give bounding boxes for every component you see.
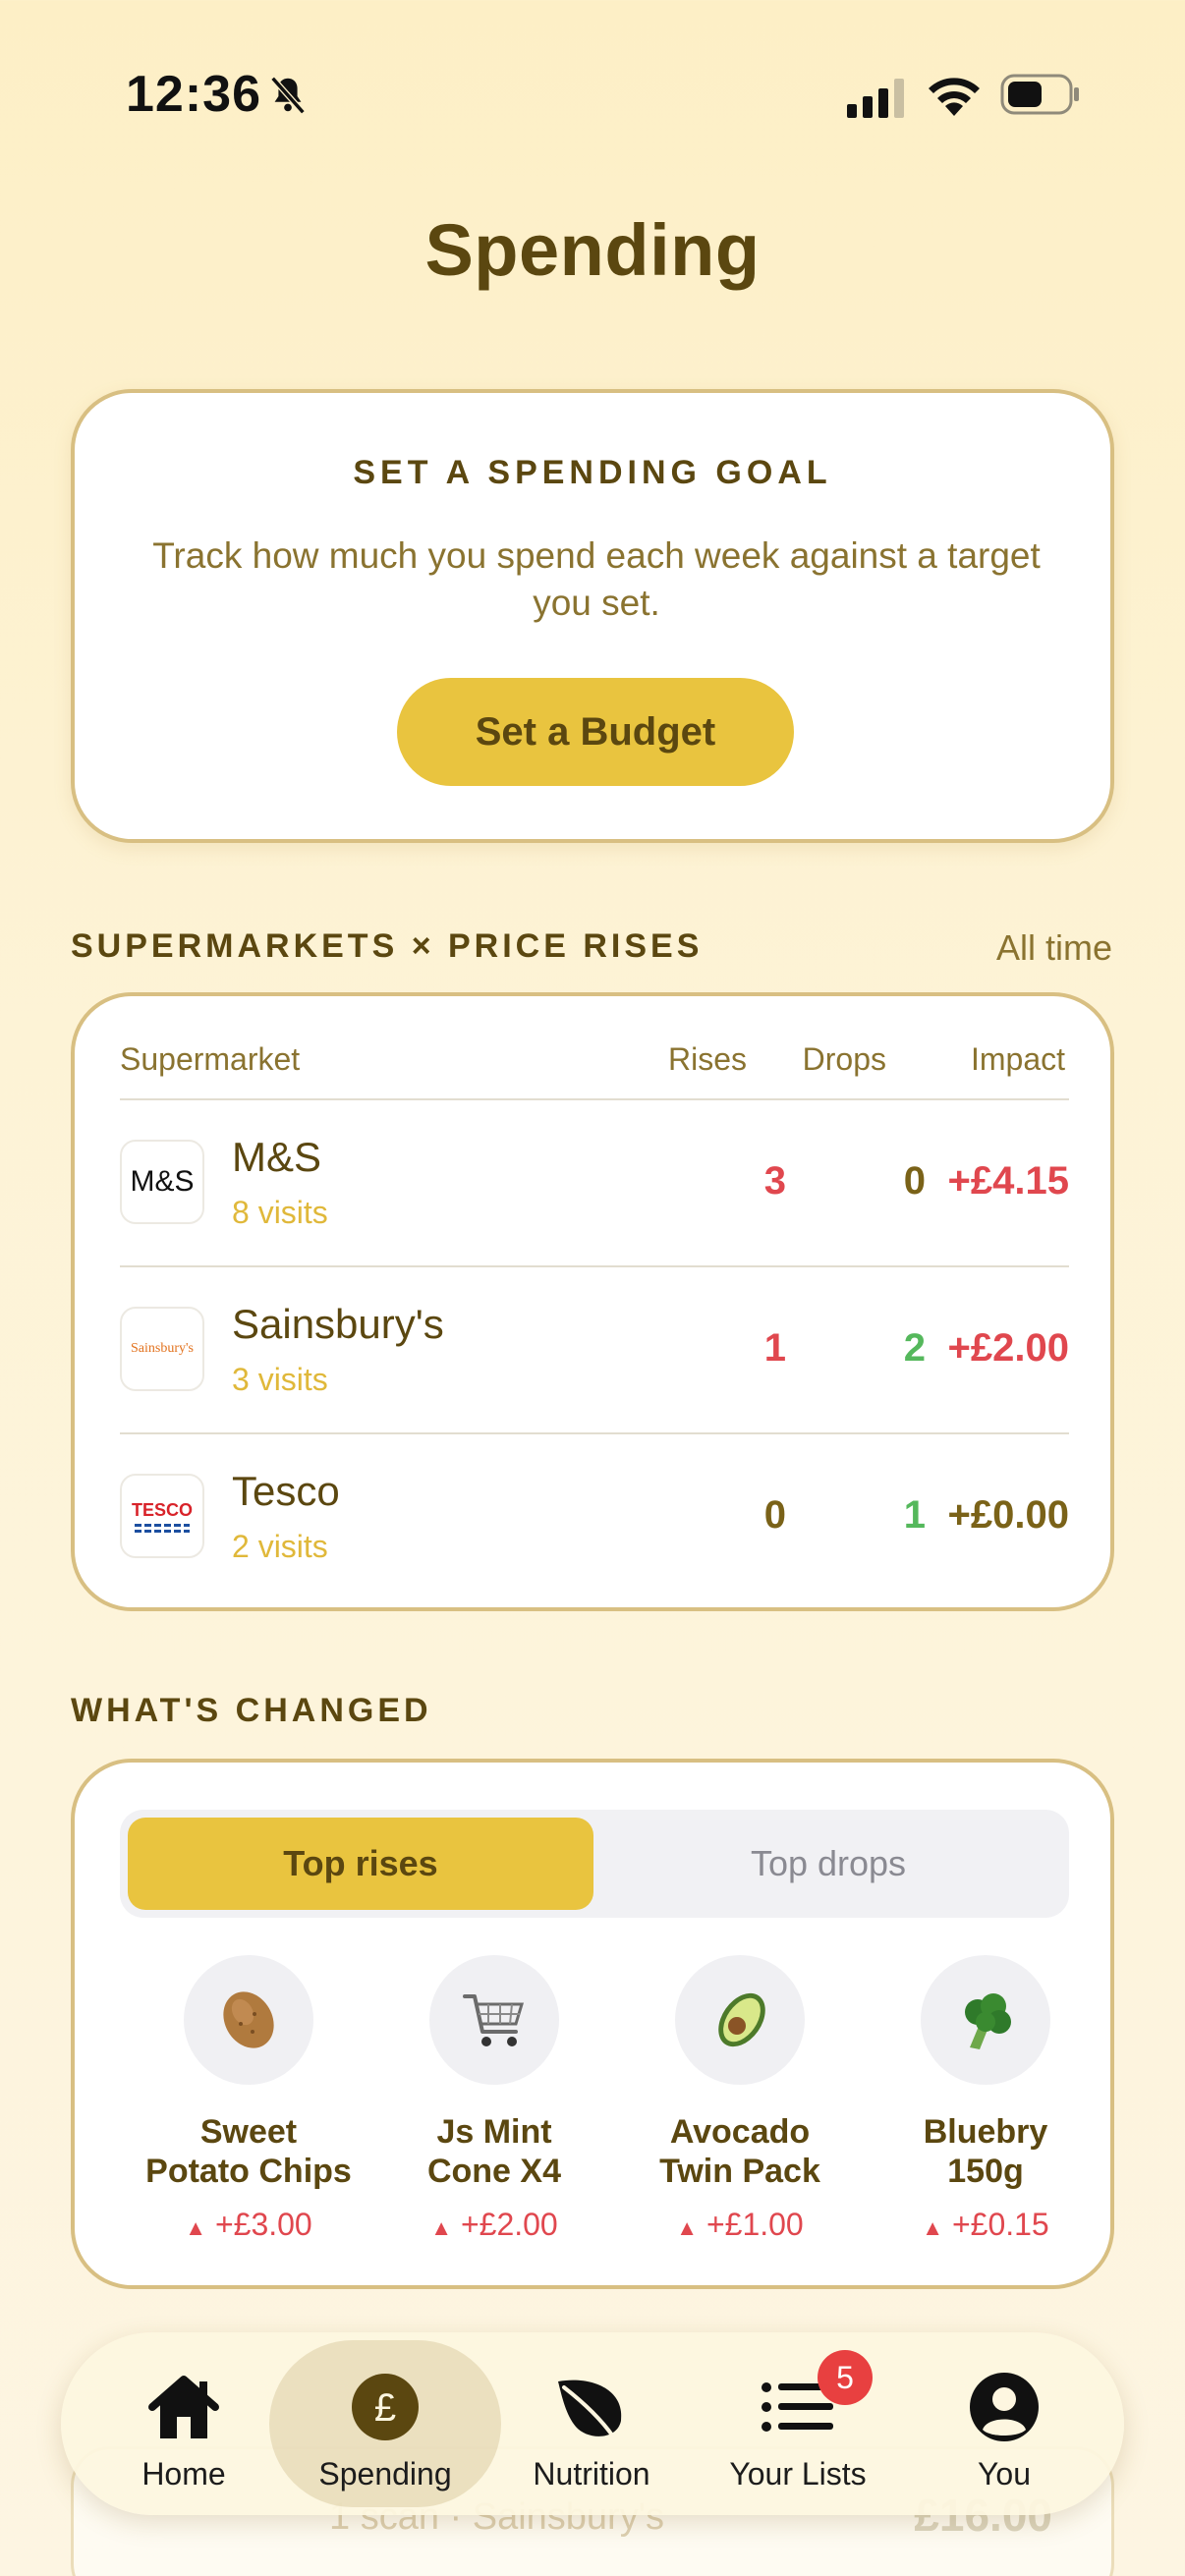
changed-item[interactable]: Js Mint Cone X4 ▲ +£2.00	[371, 1955, 617, 2243]
supermarkets-table: Supermarket Rises Drops Impact M&S M&S 8…	[71, 992, 1114, 1611]
home-icon	[144, 2368, 223, 2446]
whats-changed-section-label: WHAT'S CHANGED	[71, 1692, 432, 1729]
column-header-supermarket: Supermarket	[120, 1041, 301, 1077]
store-visits: 8 visits	[232, 1195, 328, 1230]
impact-value: +£0.00	[947, 1493, 1069, 1537]
item-name-line2: Cone X4	[426, 2153, 562, 2190]
leaf-icon	[552, 2368, 631, 2446]
wifi-icon	[929, 78, 980, 116]
table-row-tesco[interactable]: TESCO Tesco 2 visits 0 1 +£0.00	[120, 1432, 1069, 1599]
drops-count: 2	[903, 1326, 926, 1370]
rises-count: 0	[763, 1493, 786, 1537]
item-name-line1: Bluebry	[923, 2113, 1048, 2151]
column-header-rises: Rises	[667, 1041, 747, 1077]
tab-label: You	[978, 2456, 1031, 2492]
changed-item[interactable]: Bluebry 150g ▲ +£0.15	[863, 1955, 1108, 2243]
item-name-line1: Sweet	[199, 2113, 298, 2151]
broccoli-icon	[921, 1955, 1050, 2085]
column-header-impact: Impact	[970, 1041, 1065, 1077]
impact-value: +£4.15	[947, 1159, 1069, 1203]
tab-spending[interactable]: £ Spending	[289, 2338, 481, 2509]
drops-count: 1	[903, 1493, 926, 1537]
status-time: 12:36	[126, 66, 261, 123]
table-row-sainsburys[interactable]: Sainsbury's Sainsbury's 3 visits 1 2 +£2…	[120, 1265, 1069, 1432]
potato-icon	[184, 1955, 313, 2085]
tab-top-rises[interactable]: Top rises	[128, 1818, 593, 1910]
rises-count: 3	[763, 1159, 786, 1203]
store-visits: 3 visits	[232, 1362, 328, 1397]
item-name-line2: Twin Pack	[659, 2153, 820, 2190]
whats-changed-card: Top rises Top drops Sweet Potato Chips ▲ …	[71, 1759, 1114, 2289]
rises-drops-segmented-control: Top rises Top drops	[120, 1810, 1069, 1918]
column-header-drops: Drops	[802, 1041, 886, 1077]
tesco-logo: TESCO	[120, 1474, 204, 1558]
tab-label: Nutrition	[533, 2456, 650, 2492]
changed-item[interactable]: Sweet Potato Chips ▲ +£3.00	[126, 1955, 371, 2243]
status-bar: 12:36	[0, 0, 1185, 187]
pound-coin-icon: £	[346, 2368, 424, 2446]
item-price-delta: ▲ +£2.00	[430, 2207, 558, 2242]
tab-nutrition[interactable]: Nutrition	[493, 2338, 690, 2509]
ms-logo: M&S	[120, 1140, 204, 1224]
store-name: Tesco	[232, 1468, 340, 1514]
item-name-line2: 150g	[947, 2153, 1024, 2190]
up-triangle-icon: ▲	[185, 2215, 207, 2240]
rises-count: 1	[763, 1326, 786, 1370]
changed-item[interactable]: Avocado Twin Pack ▲ +£1.00	[617, 1955, 863, 2243]
item-price-delta: ▲ +£1.00	[676, 2207, 804, 2242]
page-title: Spending	[424, 209, 761, 291]
tab-label: Spending	[318, 2456, 452, 2492]
bottom-tab-bar: Home £ Spending Nutrition Your Lists 5 Y…	[61, 2332, 1124, 2515]
goal-heading: SET A SPENDING GOAL	[353, 454, 832, 491]
set-budget-button[interactable]: Set a Budget	[397, 678, 794, 786]
shopping-cart-icon	[429, 1955, 559, 2085]
item-name-line1: Avocado	[669, 2113, 811, 2151]
up-triangle-icon: ▲	[430, 2215, 453, 2240]
tab-label: Your Lists	[729, 2456, 867, 2492]
item-name-line1: Js Mint	[436, 2113, 552, 2151]
avocado-icon	[675, 1955, 805, 2085]
notification-badge: 5	[818, 2350, 873, 2405]
tab-label: Home	[141, 2456, 226, 2492]
tab-home[interactable]: Home	[100, 2338, 267, 2509]
tab-top-drops[interactable]: Top drops	[595, 1818, 1061, 1910]
tab-your-lists[interactable]: Your Lists 5	[700, 2338, 896, 2509]
svg-text:£: £	[374, 2386, 396, 2430]
profile-icon	[965, 2368, 1044, 2446]
impact-value: +£2.00	[947, 1326, 1069, 1370]
time-range-selector[interactable]: All time	[996, 927, 1112, 969]
spending-goal-card: SET A SPENDING GOAL Track how much you s…	[71, 389, 1114, 843]
tab-you[interactable]: You	[926, 2338, 1083, 2509]
battery-icon	[1000, 74, 1079, 115]
sainsburys-logo: Sainsbury's	[120, 1307, 204, 1391]
supermarkets-section-label: SUPERMARKETS × PRICE RISES	[71, 927, 704, 965]
cellular-signal-icon	[847, 79, 904, 118]
bell-off-icon	[270, 76, 306, 115]
table-row-ms[interactable]: M&S M&S 8 visits 3 0 +£4.15	[120, 1098, 1069, 1265]
store-name: M&S	[232, 1134, 322, 1180]
drops-count: 0	[903, 1159, 926, 1203]
up-triangle-icon: ▲	[922, 2215, 944, 2240]
item-price-delta: ▲ +£0.15	[922, 2207, 1049, 2242]
item-price-delta: ▲ +£3.00	[185, 2207, 312, 2242]
up-triangle-icon: ▲	[676, 2215, 699, 2240]
goal-description: Track how much you spend each week again…	[152, 535, 1041, 623]
store-name: Sainsbury's	[232, 1301, 444, 1347]
store-visits: 2 visits	[232, 1529, 328, 1564]
item-name-line2: Potato Chips	[145, 2153, 352, 2190]
